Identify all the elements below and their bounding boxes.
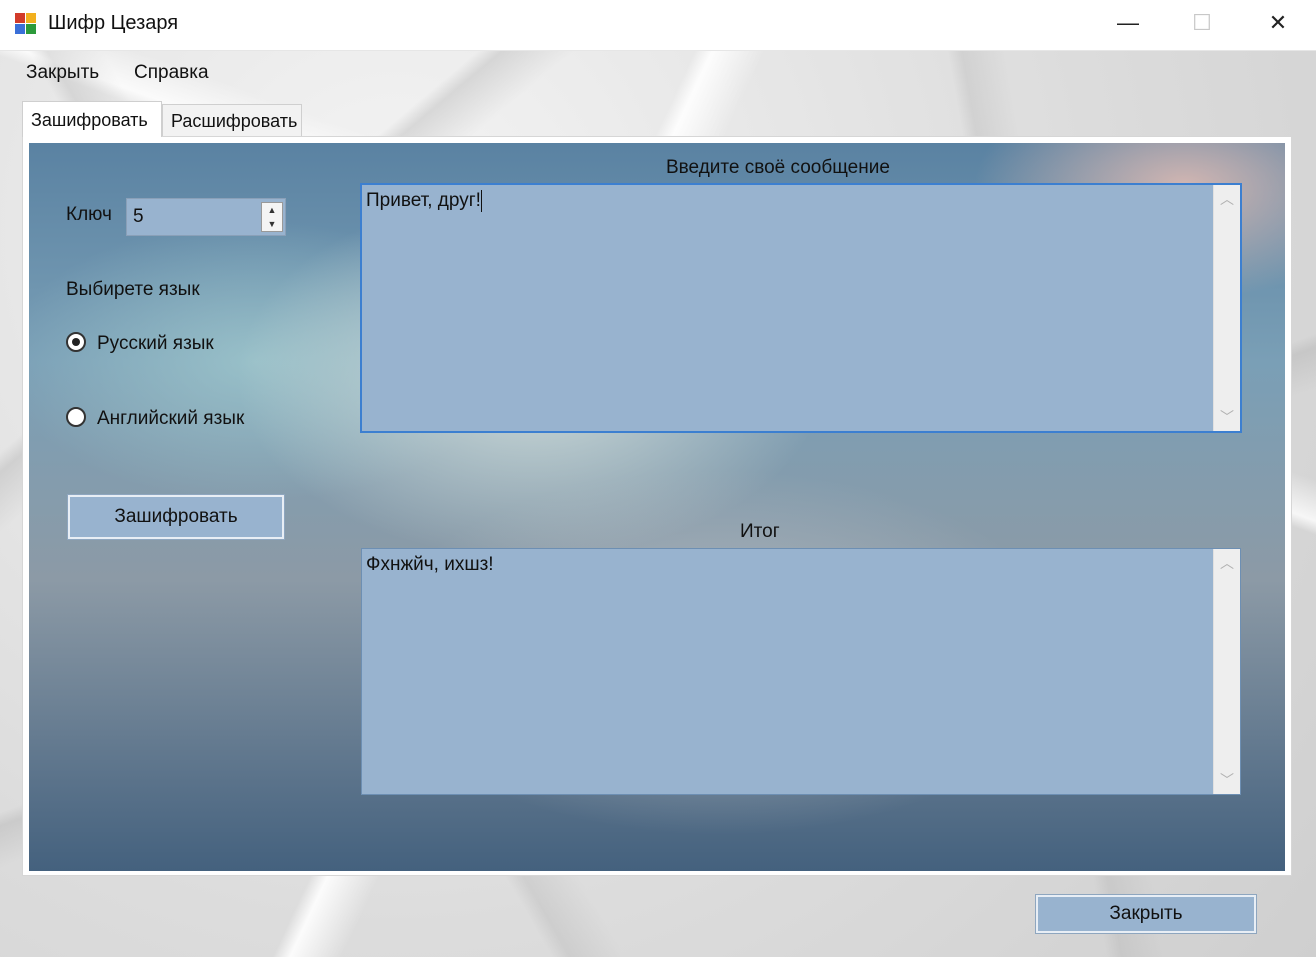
maximize-icon[interactable]: ☐ [1166,0,1238,46]
tab-encrypt[interactable]: Зашифровать [22,101,162,137]
scroll-down-icon[interactable]: ﹀ [1214,768,1240,792]
key-value: 5 [133,206,144,227]
close-icon[interactable]: ✕ [1242,0,1314,46]
app-icon [15,13,37,35]
text-caret [480,190,482,212]
message-input-value: Привет, друг! [366,190,481,212]
output-label: Итог [740,521,780,542]
input-scrollbar[interactable]: ︿ ﹀ [1213,185,1240,431]
radio-english[interactable] [66,407,86,427]
message-input-text: Привет, друг! [366,190,482,212]
encrypt-button[interactable]: Зашифровать [67,494,285,540]
result-output-value: Фхнжйч, ихшз! [366,554,494,575]
input-label: Введите своё сообщение [666,157,890,178]
result-output[interactable]: Фхнжйч, ихшз! ︿ ﹀ [361,548,1241,795]
output-scrollbar[interactable]: ︿ ﹀ [1213,549,1240,794]
message-input[interactable]: Привет, друг! ︿ ﹀ [360,183,1242,433]
key-spinner[interactable]: ▲ ▼ [261,202,283,232]
close-button[interactable]: Закрыть [1035,894,1257,934]
spin-down-icon[interactable]: ▼ [262,217,282,231]
language-label: Выбирете язык [66,279,200,300]
radio-russian[interactable] [66,332,86,352]
minimize-icon[interactable]: — [1092,0,1164,46]
spin-up-icon[interactable]: ▲ [262,203,282,217]
radio-russian-label[interactable]: Русский язык [97,333,214,355]
key-label: Ключ [66,204,112,225]
tab-decrypt[interactable]: Расшифровать [162,104,302,137]
menu-close[interactable]: Закрыть [26,62,99,84]
scroll-down-icon[interactable]: ﹀ [1214,405,1240,429]
radio-english-label[interactable]: Английский язык [97,408,244,430]
window-title: Шифр Цезаря [48,12,179,34]
title-bar: Шифр Цезаря — ☐ ✕ [0,0,1316,51]
scroll-up-icon[interactable]: ︿ [1214,551,1240,575]
scroll-up-icon[interactable]: ︿ [1214,187,1240,211]
radio-selected-dot [72,338,80,346]
menu-help[interactable]: Справка [134,62,209,84]
key-numeric-input[interactable]: 5 ▲ ▼ [126,198,286,236]
